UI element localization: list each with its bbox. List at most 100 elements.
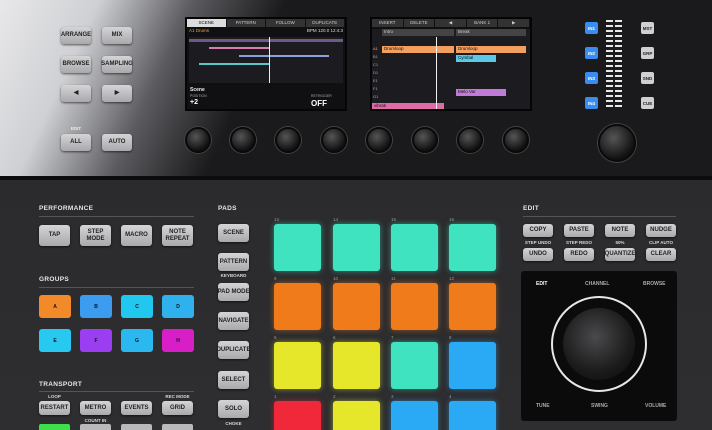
tab-follow[interactable]: FOLLOW	[266, 19, 305, 27]
group-button-c[interactable]: C	[121, 295, 153, 318]
events-button[interactable]: EVENTS	[121, 401, 152, 415]
pad-9[interactable]	[274, 283, 321, 330]
pad-6[interactable]	[333, 342, 380, 389]
scene-button[interactable]: SCENE	[218, 224, 249, 242]
play-button[interactable]	[39, 424, 70, 430]
row-label-a1: A1	[373, 46, 378, 51]
solo-button[interactable]: SOLO	[218, 400, 249, 418]
group-button-e[interactable]: E	[39, 329, 71, 352]
group-button-a[interactable]: A	[39, 295, 71, 318]
grid-button[interactable]: GRID	[162, 401, 193, 415]
meter-segment	[606, 90, 613, 92]
master-encoder[interactable]	[598, 124, 636, 162]
copy-button[interactable]: COPY	[523, 224, 553, 237]
row-label-e1: E1	[373, 78, 378, 83]
left-arrow-button[interactable]: ◀	[61, 85, 91, 102]
side-button-snd[interactable]: SND	[641, 72, 654, 84]
jog-wheel[interactable]	[563, 308, 635, 380]
pattern-button[interactable]: PATTERN	[218, 253, 249, 271]
pad-13[interactable]	[274, 224, 321, 271]
side-button-grp[interactable]: GRP	[641, 47, 654, 59]
input-button-1[interactable]: IN1	[585, 22, 598, 34]
pad-7[interactable]	[391, 342, 438, 389]
erase-button[interactable]	[121, 424, 152, 430]
position-value: +2	[190, 99, 198, 106]
knob-4[interactable]	[321, 127, 347, 153]
knob-2[interactable]	[230, 127, 256, 153]
pad-mode-button[interactable]: PAD MODE	[218, 283, 249, 301]
input-button-3[interactable]: IN3	[585, 72, 598, 84]
navigate-button[interactable]: NAVIGATE	[218, 312, 249, 330]
input-button-4[interactable]: IN4	[585, 97, 598, 109]
pad-10[interactable]	[333, 283, 380, 330]
knob-7[interactable]	[457, 127, 483, 153]
undo-button[interactable]: UNDO	[523, 248, 553, 261]
group-button-d[interactable]: D	[162, 295, 194, 318]
pad-12[interactable]	[449, 283, 496, 330]
mix-button[interactable]: MIX	[102, 27, 132, 44]
right-arrow-button[interactable]: ▶	[102, 85, 132, 102]
all-button[interactable]: ALL	[61, 134, 91, 151]
select-button[interactable]: SELECT	[218, 371, 249, 389]
group-button-f[interactable]: F	[80, 329, 112, 352]
duplicate-button[interactable]: DUPLICATE	[217, 341, 250, 359]
tab-scene[interactable]: SCENE	[187, 19, 226, 27]
paste-button[interactable]: PASTE	[564, 224, 594, 237]
meter-segment	[615, 30, 622, 32]
pad-15[interactable]	[391, 224, 438, 271]
knob-5[interactable]	[366, 127, 392, 153]
knob-3[interactable]	[275, 127, 301, 153]
restart-button[interactable]: RESTART	[39, 401, 70, 415]
pad-4[interactable]	[449, 401, 496, 430]
meter-segment	[615, 65, 622, 67]
right-tab-3[interactable]: BANK 1	[466, 19, 498, 27]
group-button-b[interactable]: B	[80, 295, 112, 318]
fifty-percent-label: 50%	[615, 240, 625, 245]
pad-3[interactable]	[391, 401, 438, 430]
clip-vibrati[interactable]: vibrati	[372, 103, 444, 109]
right-tab-0[interactable]: INSERT	[372, 19, 403, 27]
clear-button[interactable]: CLEAR	[646, 248, 676, 261]
side-button-cue[interactable]: CUE	[641, 97, 654, 109]
group-button-g[interactable]: G	[121, 329, 153, 352]
knob-6[interactable]	[412, 127, 438, 153]
auto-button[interactable]: AUTO	[102, 134, 132, 151]
pad-11[interactable]	[391, 283, 438, 330]
knob-8[interactable]	[503, 127, 529, 153]
right-tab-1[interactable]: DELETE	[403, 19, 435, 27]
clip-drumloop-2[interactable]: Drumloop	[456, 46, 526, 53]
pad-number-6: 6	[333, 335, 336, 340]
knob-1[interactable]	[185, 127, 211, 153]
arrange-button[interactable]: ARRANGE	[61, 27, 91, 44]
pad-8[interactable]	[449, 342, 496, 389]
metro-button[interactable]: METRO	[80, 401, 111, 415]
note-button[interactable]: NOTE	[605, 224, 635, 237]
clip-drumloop-1[interactable]: Drumloop	[382, 46, 454, 53]
clip-cymbal[interactable]: Cymbal	[456, 55, 496, 62]
stop-button[interactable]	[162, 424, 193, 430]
right-tab-4[interactable]: ▶	[498, 19, 529, 27]
pad-2[interactable]	[333, 401, 380, 430]
tab-duplicate[interactable]: DUPLICATE	[305, 19, 344, 27]
right-tab-2[interactable]: ◀	[435, 19, 466, 27]
pad-14[interactable]	[333, 224, 380, 271]
nudge-button[interactable]: NUDGE	[646, 224, 676, 237]
tab-pattern[interactable]: PATTERN	[226, 19, 265, 27]
tap-button[interactable]: TAP	[39, 225, 70, 246]
position-label: POSITION	[190, 94, 207, 98]
browse-button[interactable]: BROWSE	[61, 56, 91, 73]
step-mode-button[interactable]: STEP MODE	[80, 225, 111, 246]
clip-melo-var[interactable]: Melo Var	[456, 89, 506, 96]
sampling-button[interactable]: SAMPLING	[101, 56, 133, 73]
macro-button[interactable]: MACRO	[121, 225, 152, 246]
redo-button[interactable]: REDO	[564, 248, 594, 261]
note-repeat-button[interactable]: NOTE REPEAT	[162, 225, 193, 246]
input-button-2[interactable]: IN2	[585, 47, 598, 59]
pad-1[interactable]	[274, 401, 321, 430]
group-button-h[interactable]: H	[162, 329, 194, 352]
pad-16[interactable]	[449, 224, 496, 271]
quantize-button[interactable]: QUANTIZE	[605, 248, 635, 261]
rec-button[interactable]	[80, 424, 111, 430]
side-button-mst[interactable]: MST	[641, 22, 654, 34]
pad-5[interactable]	[274, 342, 321, 389]
